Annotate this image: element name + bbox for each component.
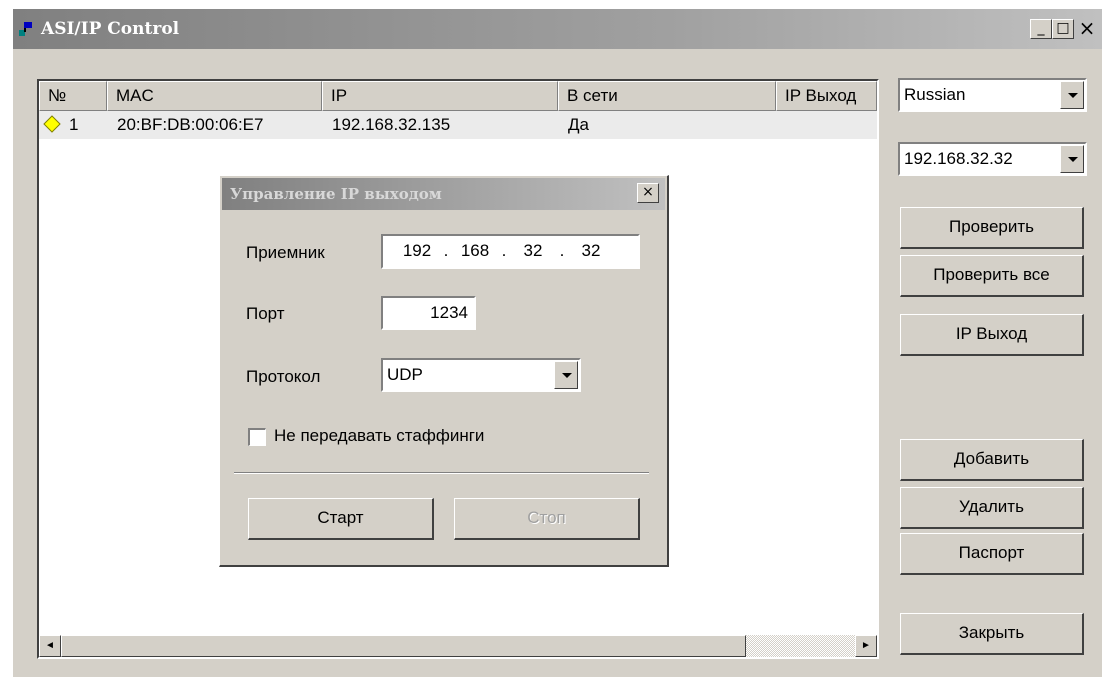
add-button[interactable]: Добавить [900, 439, 1084, 481]
port-label: Порт [246, 304, 285, 323]
close-button[interactable]: Закрыть [900, 613, 1084, 655]
close-window-button[interactable]: × [1076, 18, 1098, 39]
yellow-diamond-icon [43, 115, 61, 133]
ip-octet-3[interactable]: 32 [513, 236, 553, 266]
list-header: № MAC IP В сети IP Выход [39, 81, 877, 111]
window-title: ASI/IP Control [41, 19, 180, 39]
language-value: Russian [904, 85, 966, 104]
ip-octet-4[interactable]: 32 [571, 236, 611, 266]
scroll-right-button[interactable]: ► [855, 635, 877, 657]
start-button[interactable]: Старт [248, 498, 434, 540]
no-stuffing-label[interactable]: Не передавать стаффинги [274, 426, 484, 446]
language-select[interactable]: Russian [898, 78, 1087, 112]
scroll-left-button[interactable]: ◄ [39, 635, 61, 657]
protocol-label: Протокол [246, 367, 321, 386]
receiver-ip-input[interactable]: 192 . 168 . 32 . 32 [381, 234, 640, 269]
maximize-button[interactable]: □ [1052, 19, 1074, 39]
ip-select[interactable]: 192.168.32.32 [898, 142, 1087, 176]
chevron-down-icon[interactable] [1060, 145, 1084, 173]
ip-output-dialog: Управление IP выходом × Приемник 192 . 1… [219, 175, 669, 567]
horizontal-scrollbar[interactable]: ◄ ► [39, 635, 877, 657]
minimize-button[interactable]: _ [1030, 19, 1052, 39]
dialog-title-bar: Управление IP выходом × [222, 178, 665, 210]
receiver-label: Приемник [246, 243, 325, 262]
port-input[interactable]: 1234 [381, 296, 476, 330]
column-header-ip[interactable]: IP [322, 81, 558, 111]
ip-output-button[interactable]: IP Выход [900, 314, 1084, 356]
separator [234, 472, 649, 474]
table-row[interactable]: 1 20:BF:DB:00:06:E7 192.168.32.135 Да [39, 111, 877, 139]
stop-button: Стоп [454, 498, 640, 540]
check-button[interactable]: Проверить [900, 207, 1084, 249]
title-bar: ASI/IP Control _ □ × [13, 9, 1102, 49]
row-ip: 192.168.32.135 [332, 115, 451, 134]
ip-dot: . [443, 241, 449, 260]
no-stuffing-checkbox[interactable] [248, 428, 266, 446]
protocol-value: UDP [387, 365, 423, 384]
dialog-close-button[interactable]: × [637, 183, 659, 203]
passport-button[interactable]: Паспорт [900, 533, 1084, 575]
dialog-title: Управление IP выходом [230, 185, 442, 203]
column-header-num[interactable]: № [39, 81, 107, 111]
app-icon [19, 22, 32, 36]
chevron-down-icon[interactable] [554, 361, 578, 389]
ip-dot: . [559, 241, 565, 260]
protocol-select[interactable]: UDP [381, 358, 581, 392]
row-online: Да [568, 115, 589, 134]
ip-select-value: 192.168.32.32 [904, 149, 1013, 168]
chevron-down-icon[interactable] [1060, 81, 1084, 109]
ip-octet-2[interactable]: 168 [455, 236, 495, 266]
delete-button[interactable]: Удалить [900, 487, 1084, 529]
ip-dot: . [501, 241, 507, 260]
check-all-button[interactable]: Проверить все [900, 255, 1084, 297]
column-header-ip-output[interactable]: IP Выход [776, 81, 877, 111]
ip-octet-1[interactable]: 192 [397, 236, 437, 266]
column-header-mac[interactable]: MAC [107, 81, 322, 111]
scroll-thumb[interactable] [61, 635, 746, 657]
column-header-online[interactable]: В сети [558, 81, 776, 111]
row-mac: 20:BF:DB:00:06:E7 [117, 115, 264, 134]
row-num: 1 [69, 115, 79, 134]
